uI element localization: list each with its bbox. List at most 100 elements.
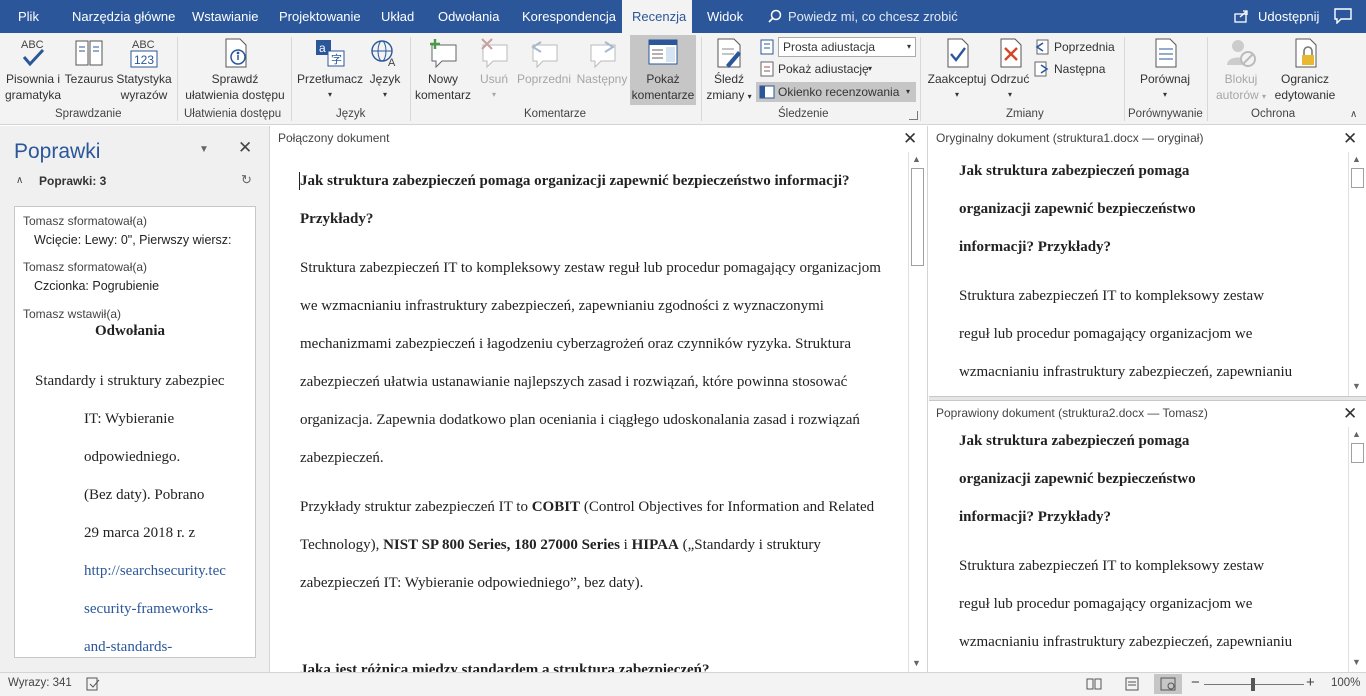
tab-home[interactable]: Narzędzia główne [62,0,185,33]
scroll-down-icon[interactable]: ▼ [912,658,921,668]
markup-dropdown[interactable]: Prosta adiustacja ▾ [778,37,916,57]
markup-selector[interactable]: Prosta adiustacja ▾ [758,37,918,57]
revision-item[interactable]: Tomasz wstawił(a) Odwołania Standardy i … [23,307,255,655]
block-authors-icon [1227,40,1256,67]
show-markup-button[interactable]: Pokaż adiustację ▾ [758,59,888,79]
compare-icon [1155,38,1177,68]
collapse-icon[interactable]: ∧ [16,175,23,186]
text-cursor [299,172,300,190]
show-comments-button[interactable]: Pokaż komentarze [630,35,696,105]
dialog-launcher-icon[interactable] [909,111,918,120]
check-access-label-2: ułatwienia dostępu [185,88,285,102]
tab-view[interactable]: Widok [697,0,753,33]
close-icon[interactable]: ✕ [1343,405,1357,422]
read-mode-icon[interactable] [1086,677,1102,691]
revision-link[interactable]: and-standards- [84,639,172,656]
scroll-down-icon[interactable]: ▼ [1352,381,1361,391]
word-count-button[interactable]: ABC 123 Statystyka wyrazów [114,37,174,103]
vertical-scrollbar[interactable]: ▲ ▼ [1348,152,1366,396]
compare-button[interactable]: Porównaj ▾ [1130,37,1200,103]
combined-document-body[interactable]: Jak struktura zabezpieczeń pomaga organi… [299,162,890,689]
revision-author: Tomasz sformatował(a) [23,260,148,274]
block-authors-button[interactable]: Blokuj autorów ▾ [1212,37,1270,105]
refresh-icon[interactable]: ↻ [241,172,252,188]
zoom-level[interactable]: 100% [1331,677,1360,689]
next-change-button[interactable]: Następna [1034,59,1118,79]
doc-text-run: Przykłady struktur zabezpieczeń IT to [300,499,532,515]
scroll-up-icon[interactable]: ▲ [912,154,921,164]
scroll-thumb[interactable] [1351,168,1364,188]
tab-review[interactable]: Recenzja [622,0,692,33]
spelling-grammar-button[interactable]: ABC Pisownia i gramatyka [2,37,64,103]
close-icon[interactable]: ✕ [238,138,252,158]
ribbon-tab-bar: Plik Narzędzia główne Wstawianie Projekt… [0,0,1366,33]
collapse-ribbon-icon[interactable]: ∧ [1350,109,1357,120]
revised-document-body[interactable]: Jak struktura zabezpieczeń pomaga organi… [959,422,1339,661]
scroll-thumb[interactable] [1351,443,1364,463]
next-comment-button[interactable]: Następny [574,37,630,87]
close-icon[interactable]: ✕ [1343,130,1357,147]
delete-comment-button[interactable]: Usuń ▾ [474,37,514,103]
revision-link[interactable]: security-frameworks- [84,601,213,618]
zoom-in-button[interactable]: + [1306,674,1315,691]
original-document-body[interactable]: Jak struktura zabezpieczeń pomaga organi… [959,152,1339,391]
scroll-down-icon[interactable]: ▼ [1352,657,1361,667]
new-comment-button[interactable]: Nowy komentarz [412,37,474,103]
track-changes-label-2: zmiany ▾ [706,88,752,102]
reviewing-pane-button[interactable]: Okienko recenzowania ▾ [756,82,916,102]
check-accessibility-button[interactable]: Sprawdź ułatwienia dostępu [180,37,290,103]
language-button[interactable]: A Język ▾ [366,37,404,103]
revision-item[interactable]: Tomasz sformatował(a) Czcionka: Pogrubie… [23,260,253,293]
thesaurus-button[interactable]: Tezaurus [64,37,114,87]
vertical-scrollbar[interactable]: ▲ ▼ [908,152,926,672]
previous-comment-button[interactable]: Poprzedni [514,37,574,87]
proofing-status-icon[interactable] [86,677,100,691]
reviewing-pane-icon [759,85,775,99]
revision-link[interactable]: http://searchsecurity.tec [84,563,226,580]
zoom-out-button[interactable]: − [1191,674,1200,691]
revision-author: Tomasz wstawił(a) [23,307,122,321]
track-changes-label-1: Śledź [713,72,745,86]
tab-insert[interactable]: Wstawianie [182,0,268,33]
group-accessibility-label: Ułatwienia dostępu [184,108,282,120]
revision-inserted-line: Standardy i struktury zabezpiec [35,373,225,389]
previous-comment-icon [531,41,558,69]
web-layout-button[interactable] [1154,674,1182,694]
tab-mailings[interactable]: Korespondencja [512,0,626,33]
scroll-thumb[interactable] [911,168,924,266]
scroll-up-icon[interactable]: ▲ [1352,154,1361,164]
doc-line: wzmacnianiu infrastruktury zabezpieczeń,… [959,364,1293,380]
doc-text-run: COBIT [531,499,581,515]
comment-icon[interactable] [1334,8,1352,24]
tab-file[interactable]: Plik [8,0,49,33]
close-icon[interactable]: ✕ [903,130,917,147]
translate-icon: a字 [316,40,345,67]
restrict-editing-button[interactable]: Ogranicz edytowanie [1272,37,1338,103]
tab-design[interactable]: Projektowanie [269,0,371,33]
print-layout-icon[interactable] [1124,677,1140,691]
track-changes-button[interactable]: Śledź zmiany ▾ [704,37,754,105]
translate-button[interactable]: a字 Przetłumacz ▾ [296,37,364,103]
group-language-label: Język [336,108,366,120]
revision-item[interactable]: Tomasz sformatował(a) Wcięcie: Lewy: 0",… [23,214,253,247]
reject-button[interactable]: Odrzuć ▾ [990,37,1030,103]
zoom-slider-thumb[interactable] [1251,678,1255,691]
vertical-scrollbar[interactable]: ▲ ▼ [1348,427,1366,672]
chevron-down-icon: ▾ [868,64,873,73]
combined-document-pane: Połączony dokument ✕ Jak struktura zabez… [271,126,928,678]
zoom-slider[interactable] [1204,678,1304,691]
word-count-status[interactable]: Wyrazy: 341 [8,677,72,689]
previous-change-button[interactable]: Poprzednia [1034,37,1118,57]
tell-me-box[interactable]: Powiedz mi, co chcesz zrobić [768,0,958,33]
pane-options-icon[interactable]: ▼ [199,144,209,155]
thesaurus-label: Tezaurus [64,72,114,86]
accept-button[interactable]: Zaakceptuj ▾ [924,37,990,103]
share-button[interactable]: Udostępnij [1234,0,1319,33]
tab-references[interactable]: Odwołania [428,0,509,33]
tab-layout[interactable]: Układ [371,0,424,33]
scroll-up-icon[interactable]: ▲ [1352,429,1361,439]
svg-text:A: A [388,57,396,69]
web-layout-icon [1160,677,1176,691]
spelling-label-2: gramatyka [4,88,62,102]
doc-heading-line: organizacji zapewnić bezpieczeństwo [959,471,1196,487]
